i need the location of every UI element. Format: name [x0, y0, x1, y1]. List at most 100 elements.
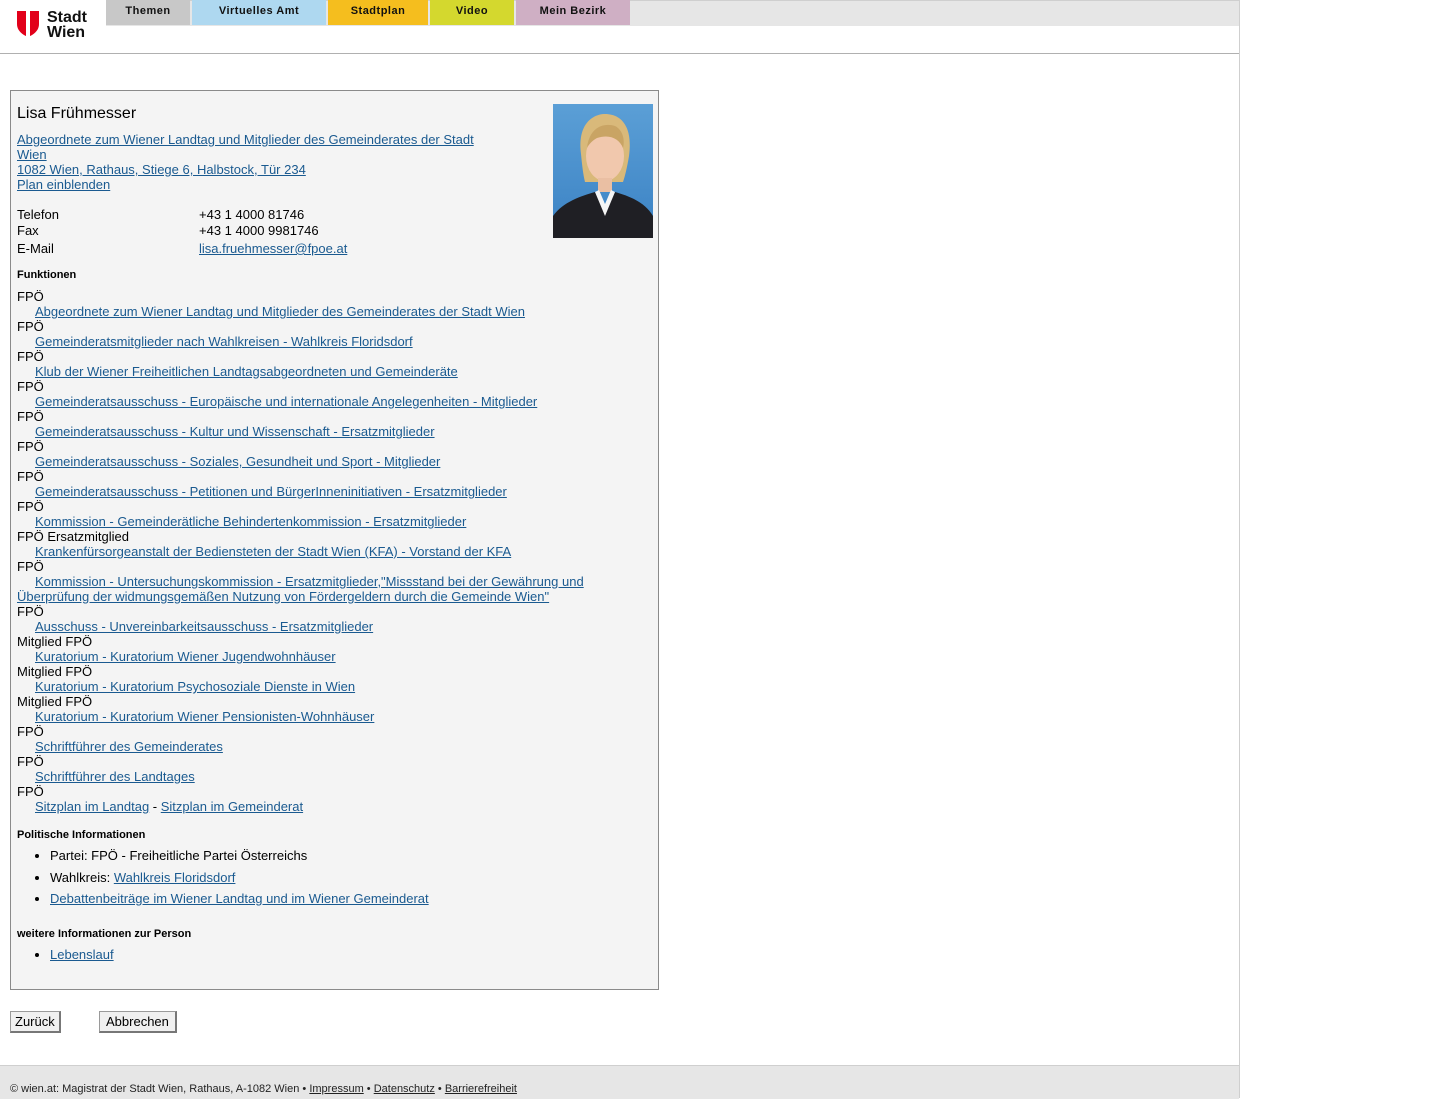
function-party: FPÖ: [17, 289, 44, 304]
person-name: Lisa Frühmesser: [17, 105, 137, 122]
function-link[interactable]: Abgeordnete zum Wiener Landtag und Mitgl…: [17, 304, 617, 319]
list-item: Mitglied FPÖ Kuratorium - Kuratorium Wien…: [17, 694, 617, 724]
stadt-wien-logo[interactable]: Stadt Wien: [16, 10, 96, 42]
impressum-link[interactable]: Impressum: [309, 1083, 363, 1095]
function-link[interactable]: Gemeinderatsausschuss - Europäische und …: [17, 394, 617, 409]
email-label: E-Mail: [17, 241, 54, 256]
logo-line2: Wien: [47, 24, 86, 41]
functions-heading: Funktionen: [17, 269, 77, 281]
person-photo: [553, 104, 653, 238]
function-link[interactable]: Kommission - Gemeinderätliche Behinderte…: [17, 514, 617, 529]
function-party: FPÖ: [17, 784, 44, 799]
list-item: Debattenbeiträge im Wiener Landtag und i…: [50, 891, 429, 913]
function-party: FPÖ: [17, 319, 44, 334]
back-button[interactable]: Zurück: [10, 1011, 61, 1033]
list-item: Lebenslauf: [50, 947, 114, 969]
coat-of-arms-icon: [17, 11, 39, 37]
political-list: Partei: FPÖ - Freiheitliche Partei Öster…: [17, 848, 429, 913]
footer-copyright: © wien.at: Magistrat der Stadt Wien, Rat…: [10, 1083, 310, 1095]
party-info: Partei: FPÖ - Freiheitliche Partei Öster…: [50, 848, 308, 863]
function-link[interactable]: Gemeinderatsausschuss - Petitionen und B…: [17, 484, 617, 499]
functions-list: FPÖ Abgeordnete zum Wiener Landtag und Mi…: [17, 289, 617, 814]
list-item: FPÖ Gemeinderatsausschuss - Petitionen un…: [17, 469, 617, 499]
function-party: FPÖ: [17, 409, 44, 424]
list-item: FPÖ Gemeinderatsausschuss - Soziales, Ges…: [17, 439, 617, 469]
list-item: Mitglied FPÖ Kuratorium - Kuratorium Wien…: [17, 634, 617, 664]
list-item: FPÖ Gemeinderatsausschuss - Europäische u…: [17, 379, 617, 409]
function-link[interactable]: Kuratorium - Kuratorium Wiener Jugendwoh…: [17, 649, 617, 664]
function-link[interactable]: Schriftführer des Landtages: [17, 769, 617, 784]
footer-bullet: •: [434, 1083, 445, 1095]
contact-row-phone: Telefon +43 1 4000 81746: [17, 207, 347, 223]
function-link[interactable]: Schriftführer des Gemeinderates: [17, 739, 617, 754]
email-link[interactable]: lisa.fruehmesser@fpoe.at: [199, 241, 347, 257]
list-item: FPÖ Klub der Wiener Freiheitlichen Landta…: [17, 349, 617, 379]
site-footer: © wien.at: Magistrat der Stadt Wien, Rat…: [0, 1065, 1239, 1099]
function-party: FPÖ: [17, 349, 44, 364]
seating-plan-landtag-link[interactable]: Sitzplan im Landtag: [35, 799, 149, 814]
function-link[interactable]: Krankenfürsorgeanstalt der Bediensteten …: [17, 544, 617, 559]
list-item: Wahlkreis: Wahlkreis Floridsdorf: [50, 870, 429, 892]
main-nav-tabs: Themen Virtuelles Amt Stadtplan Video Me…: [106, 0, 632, 26]
page: Stadt Wien Themen Virtuelles Amt Stadtpl…: [0, 0, 1240, 1099]
function-link[interactable]: Gemeinderatsausschuss - Soziales, Gesund…: [17, 454, 617, 469]
list-item: FPÖ Gemeinderatsmitglieder nach Wahlkreis…: [17, 319, 617, 349]
tab-virtuelles-amt[interactable]: Virtuelles Amt: [192, 0, 326, 25]
person-card: Lisa Frühmesser Abgeordnete zum Wiener L…: [10, 90, 659, 990]
function-link[interactable]: Kuratorium - Kuratorium Wiener Pensionis…: [17, 709, 617, 724]
function-link[interactable]: Kommission - Untersuchungskommission - E…: [17, 574, 584, 604]
barrierefreiheit-link[interactable]: Barrierefreiheit: [445, 1083, 517, 1095]
function-link[interactable]: Klub der Wiener Freiheitlichen Landtagsa…: [17, 364, 617, 379]
tab-video[interactable]: Video: [430, 0, 514, 25]
cancel-button[interactable]: Abbrechen: [99, 1011, 177, 1033]
function-party: FPÖ: [17, 439, 44, 454]
tab-mein-bezirk[interactable]: Mein Bezirk: [516, 0, 630, 25]
tab-stadtplan[interactable]: Stadtplan: [328, 0, 428, 25]
list-item: FPÖ Gemeinderatsausschuss - Kultur und Wi…: [17, 409, 617, 439]
function-party: FPÖ: [17, 754, 44, 769]
contact-row-email: E-Mail lisa.fruehmesser@fpoe.at: [17, 241, 347, 257]
list-item: FPÖ Kommission - Gemeinderätliche Behinde…: [17, 499, 617, 529]
footer-text: © wien.at: Magistrat der Stadt Wien, Rat…: [10, 1083, 517, 1095]
list-item: FPÖ Ausschuss - Unvereinbarkeitsausschuss…: [17, 604, 617, 634]
function-link[interactable]: Gemeinderatsausschuss - Kultur und Wisse…: [17, 424, 617, 439]
function-party: FPÖ: [17, 499, 44, 514]
address-link[interactable]: 1082 Wien, Rathaus, Stiege 6, Halbstock,…: [17, 162, 306, 177]
contact-table: Telefon +43 1 4000 81746 Fax +43 1 4000 …: [17, 207, 347, 257]
function-link[interactable]: Gemeinderatsmitglieder nach Wahlkreisen …: [17, 334, 617, 349]
further-info-list: Lebenslauf: [17, 947, 114, 969]
function-party: Mitglied FPÖ: [17, 664, 93, 679]
function-party: FPÖ: [17, 559, 44, 574]
cv-link[interactable]: Lebenslauf: [50, 947, 114, 962]
list-item: Partei: FPÖ - Freiheitliche Partei Öster…: [50, 848, 429, 870]
function-party: FPÖ: [17, 724, 44, 739]
contact-row-fax: Fax +43 1 4000 9981746: [17, 223, 347, 239]
function-party: FPÖ: [17, 469, 44, 484]
function-party: Mitglied FPÖ: [17, 634, 93, 649]
list-item: FPÖ Ersatzmitglied Krankenfürsorgeanstalt…: [17, 529, 617, 559]
phone-label: Telefon: [17, 207, 59, 222]
function-link[interactable]: Kuratorium - Kuratorium Psychosoziale Di…: [17, 679, 617, 694]
phone-value: +43 1 4000 81746: [199, 207, 305, 222]
footer-bullet: •: [363, 1083, 374, 1095]
separator: -: [149, 799, 161, 814]
datenschutz-link[interactable]: Datenschutz: [374, 1083, 435, 1095]
list-item: FPÖ Abgeordnete zum Wiener Landtag und Mi…: [17, 289, 617, 319]
function-party: FPÖ: [17, 379, 44, 394]
function-party: FPÖ Ersatzmitglied: [17, 529, 129, 544]
list-item: FPÖ Sitzplan im Landtag - Sitzplan im Gem…: [17, 784, 617, 814]
wahlkreis-label: Wahlkreis:: [50, 869, 114, 885]
function-link[interactable]: Ausschuss - Unvereinbarkeitsausschuss - …: [17, 619, 617, 634]
further-info-heading: weitere Informationen zur Person: [17, 928, 192, 940]
debates-link[interactable]: Debattenbeiträge im Wiener Landtag und i…: [50, 891, 429, 906]
show-plan-link[interactable]: Plan einblenden: [17, 177, 110, 192]
office-title-link[interactable]: Abgeordnete zum Wiener Landtag und Mitgl…: [17, 132, 474, 162]
seating-plan-gemeinderat-link[interactable]: Sitzplan im Gemeinderat: [161, 799, 303, 814]
political-heading: Politische Informationen: [17, 829, 146, 841]
tab-themen[interactable]: Themen: [106, 0, 190, 25]
office-block: Abgeordnete zum Wiener Landtag und Mitgl…: [17, 132, 487, 192]
list-item: FPÖ Schriftführer des Gemeinderates: [17, 724, 617, 754]
list-item: FPÖ Schriftführer des Landtages: [17, 754, 617, 784]
wahlkreis-link[interactable]: Wahlkreis Floridsdorf: [114, 870, 236, 885]
site-header: Stadt Wien Themen Virtuelles Amt Stadtpl…: [0, 0, 1239, 54]
